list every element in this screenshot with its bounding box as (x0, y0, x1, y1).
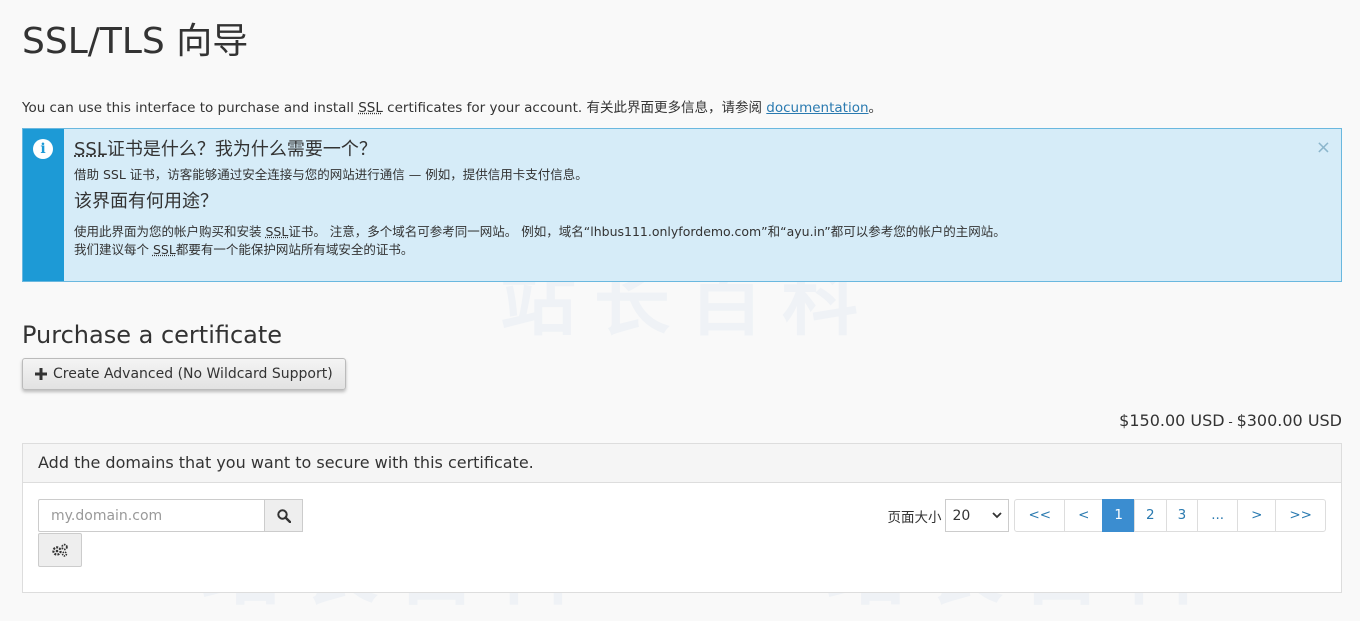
plus-icon (35, 368, 47, 380)
domain-search-input[interactable] (38, 499, 264, 532)
search-icon (276, 508, 291, 523)
search-button[interactable] (264, 499, 303, 532)
close-icon[interactable]: × (1316, 137, 1331, 158)
info-icon: i (33, 139, 53, 159)
pager-page-2[interactable]: 2 (1134, 499, 1167, 532)
chevron-down-icon (992, 512, 1003, 519)
pager-page-3[interactable]: 3 (1165, 499, 1199, 532)
ssl-abbr: SSL (358, 100, 383, 116)
create-advanced-button[interactable]: Create Advanced (No Wildcard Support) (22, 358, 346, 390)
pager-first[interactable]: << (1014, 499, 1066, 532)
pager-prev[interactable]: < (1064, 499, 1104, 532)
alert-answer-2: 使用此界面为您的帐户购买和安装 SSL证书。 注意，多个域名可参考同一网站。 例… (74, 224, 1006, 257)
panel-title: Add the domains that you want to secure … (23, 444, 1341, 483)
info-alert: i SSL证书是什么？我为什么需要一个？ 借助 SSL 证书，访客能够通过安全连… (22, 128, 1342, 282)
intro-text: You can use this interface to purchase a… (22, 100, 883, 116)
price-range: $150.00 USD - $300.00 USD (1119, 411, 1342, 430)
page-size-select[interactable]: 20 (945, 499, 1010, 532)
pager-next[interactable]: > (1237, 499, 1277, 532)
alert-question-2: 该界面有何用途？ (74, 191, 218, 212)
page-size-label: 页面大小 (887, 509, 942, 526)
pager-page-1[interactable]: 1 (1102, 499, 1135, 532)
pagination: << < 1 2 3 ... > >> (1014, 499, 1326, 532)
alert-answer-1: 借助 SSL 证书，访客能够通过安全连接与您的网站进行通信 — 例如，提供信用卡… (74, 167, 588, 182)
gears-icon (52, 543, 68, 557)
purchase-heading: Purchase a certificate (22, 321, 283, 349)
domains-panel: Add the domains that you want to secure … (22, 443, 1342, 593)
settings-button[interactable] (38, 533, 82, 567)
documentation-link[interactable]: documentation (766, 100, 868, 116)
alert-question-1: SSL证书是什么？我为什么需要一个？ (74, 139, 377, 160)
pager-ellipsis[interactable]: ... (1197, 499, 1239, 532)
page-title: SSL/TLS 向导 (22, 21, 249, 62)
pager-last[interactable]: >> (1275, 499, 1326, 532)
